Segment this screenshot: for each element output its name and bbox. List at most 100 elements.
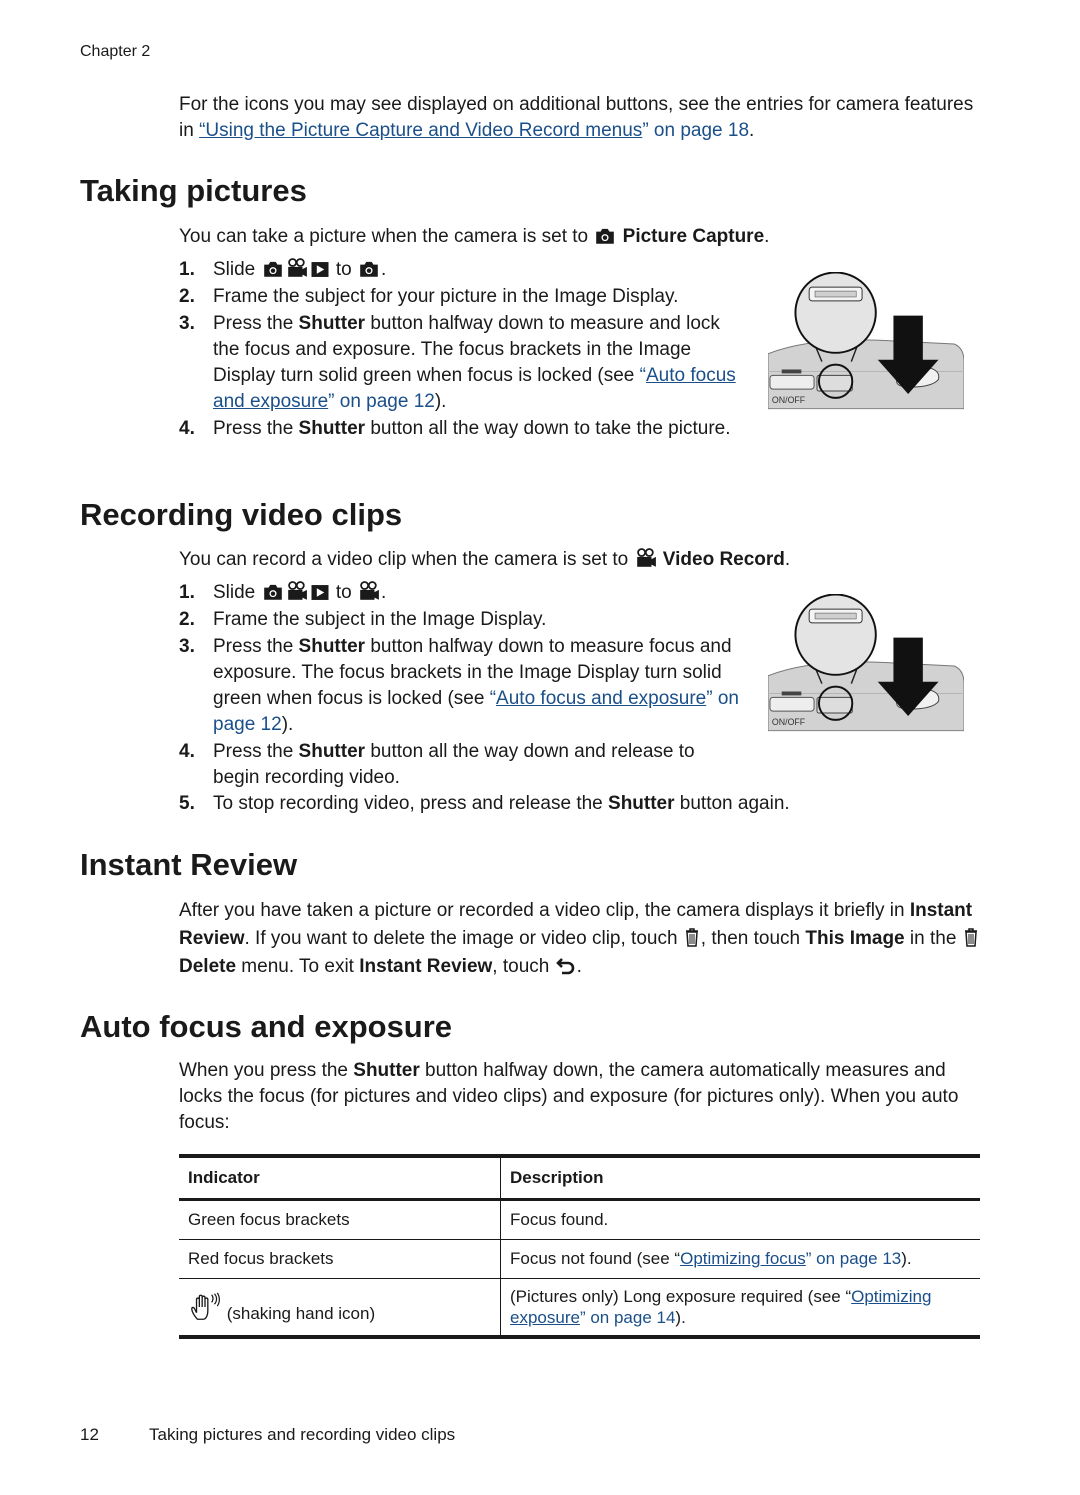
optimizing-focus-link[interactable]: Optimizing focus bbox=[680, 1249, 806, 1268]
auto-focus-link-page[interactable]: ” on page 12 bbox=[328, 391, 435, 412]
step-text: button again. bbox=[674, 793, 790, 814]
step-text: Frame the subject for your picture in th… bbox=[213, 286, 679, 307]
camera-icon bbox=[262, 260, 284, 278]
step-number: 4. bbox=[179, 418, 195, 439]
trash-icon bbox=[684, 927, 700, 947]
back-arrow-icon bbox=[556, 955, 576, 975]
picture-capture-label: Picture Capture bbox=[622, 226, 765, 247]
camera-mode-slider-illustration bbox=[768, 272, 964, 417]
camera-icon bbox=[594, 227, 616, 245]
this-image-label: This Image bbox=[805, 928, 905, 949]
optimizing-focus-link-page[interactable]: ” on page 13 bbox=[806, 1249, 901, 1268]
intro-paragraph: For the icons you may see displayed on a… bbox=[179, 92, 984, 144]
text: . If you want to delete the image or vid… bbox=[244, 928, 683, 949]
step: 5. To stop recording video, press and rel… bbox=[179, 791, 979, 817]
indicator-cell: Red focus brackets bbox=[179, 1239, 501, 1279]
step-number: 3. bbox=[179, 313, 195, 334]
lead-end: . bbox=[784, 549, 791, 570]
step-text: Slide bbox=[213, 582, 256, 603]
table-row: (shaking hand icon) (Pictures only) Long… bbox=[179, 1278, 980, 1339]
optimizing-exposure-link-page[interactable]: ” on page 14 bbox=[580, 1308, 675, 1327]
auto-focus-link[interactable]: Auto focus and exposure bbox=[496, 688, 706, 709]
shaking-hand-icon bbox=[189, 1291, 221, 1323]
lead-end: . bbox=[764, 226, 770, 247]
table-row: Red focus brackets Focus not found (see … bbox=[179, 1239, 980, 1279]
video-mode-slider-illustration bbox=[768, 594, 964, 739]
text: ). bbox=[901, 1249, 912, 1268]
video-record-label: Video Record bbox=[662, 549, 785, 570]
camera-icon bbox=[358, 260, 380, 278]
shutter-label: Shutter bbox=[298, 636, 366, 657]
trash-icon bbox=[963, 927, 979, 947]
menus-link-page[interactable]: ” on page 18 bbox=[642, 120, 749, 141]
description-cell: Focus found. bbox=[500, 1199, 980, 1240]
step: 2. Frame the subject for your picture in … bbox=[179, 284, 739, 310]
step-number: 2. bbox=[179, 609, 195, 630]
footer-section-title: Taking pictures and recording video clip… bbox=[149, 1425, 456, 1444]
auto-focus-heading: Auto focus and exposure bbox=[80, 1009, 453, 1044]
shutter-label: Shutter bbox=[608, 793, 675, 814]
step-number: 2. bbox=[179, 286, 195, 307]
step-text: Press the bbox=[213, 636, 299, 657]
text: , then touch bbox=[700, 928, 806, 949]
step: 4. Press the Shutter button all the way d… bbox=[179, 739, 739, 791]
shutter-label: Shutter bbox=[298, 313, 366, 334]
instant-review-paragraph: After you have taken a picture or record… bbox=[179, 897, 984, 981]
intro-text-end: . bbox=[749, 120, 755, 141]
step: 1. Slide to . bbox=[179, 257, 739, 283]
description-cell: Focus not found (see “Optimizing focus” … bbox=[500, 1239, 980, 1279]
step-number: 3. bbox=[179, 636, 195, 657]
delete-label: Delete bbox=[179, 956, 237, 977]
column-header: Description bbox=[500, 1154, 980, 1201]
recording-video-steps: 1. Slide to . 2. Frame the subject in the … bbox=[179, 580, 739, 792]
step-number: 1. bbox=[179, 582, 195, 603]
lead-text: You can take a picture when the camera i… bbox=[179, 226, 594, 247]
menus-link[interactable]: “Using the Picture Capture and Video Rec… bbox=[199, 120, 642, 141]
video-camera-icon bbox=[286, 258, 308, 278]
shutter-label: Shutter bbox=[298, 418, 366, 439]
text: (Pictures only) Long exposure required (… bbox=[510, 1287, 852, 1306]
text: . bbox=[576, 956, 582, 977]
step-number: 4. bbox=[179, 741, 195, 762]
step: 3. Press the Shutter button halfway down … bbox=[179, 311, 739, 415]
instant-review-heading: Instant Review bbox=[80, 847, 298, 882]
step-text: button all the way down to take the pict… bbox=[365, 418, 731, 439]
column-header: Indicator bbox=[179, 1154, 501, 1201]
step: 4. Press the Shutter button all the way d… bbox=[179, 416, 739, 442]
video-camera-icon bbox=[286, 581, 308, 601]
step: 2. Frame the subject in the Image Display… bbox=[179, 607, 739, 633]
step-text: to bbox=[335, 259, 352, 280]
taking-pictures-heading: Taking pictures bbox=[80, 173, 307, 208]
playback-icon bbox=[310, 261, 330, 278]
step-text: Press the bbox=[213, 313, 299, 334]
step-text: . bbox=[380, 582, 387, 603]
step-text: To stop recording video, press and relea… bbox=[213, 793, 609, 814]
step-number: 1. bbox=[179, 259, 195, 280]
auto-focus-paragraph: When you press the Shutter button halfwa… bbox=[179, 1058, 984, 1136]
table-header-row: Indicator Description bbox=[179, 1154, 980, 1201]
step-text: to bbox=[335, 582, 352, 603]
indicator-cell: Green focus brackets bbox=[179, 1199, 501, 1240]
text: After you have taken a picture or record… bbox=[179, 900, 910, 921]
step-text: Press the bbox=[213, 418, 299, 439]
text: Focus not found (see “ bbox=[510, 1249, 681, 1268]
step-text: ). bbox=[434, 391, 447, 412]
running-head: Chapter 2 bbox=[80, 43, 151, 60]
instant-review-label: Instant Review bbox=[359, 956, 493, 977]
camera-icon bbox=[262, 583, 284, 601]
step-number: 5. bbox=[179, 793, 195, 814]
step-text: . bbox=[380, 259, 387, 280]
recording-video-heading: Recording video clips bbox=[80, 497, 403, 532]
playback-icon bbox=[310, 584, 330, 601]
step: 3. Press the Shutter button halfway down … bbox=[179, 634, 739, 738]
description-cell: (Pictures only) Long exposure required (… bbox=[500, 1278, 980, 1339]
page-number: 12 bbox=[80, 1425, 99, 1444]
table-row: Green focus brackets Focus found. bbox=[179, 1199, 980, 1240]
text: (shaking hand icon) bbox=[226, 1303, 376, 1323]
step-text: Slide bbox=[213, 259, 256, 280]
indicator-cell: (shaking hand icon) bbox=[179, 1278, 501, 1339]
step-text: Frame the subject in the Image Display. bbox=[213, 609, 547, 630]
indicator-table: Indicator Description Green focus bracke… bbox=[179, 1154, 980, 1339]
video-camera-icon bbox=[358, 581, 380, 601]
step: 1. Slide to . bbox=[179, 580, 739, 606]
